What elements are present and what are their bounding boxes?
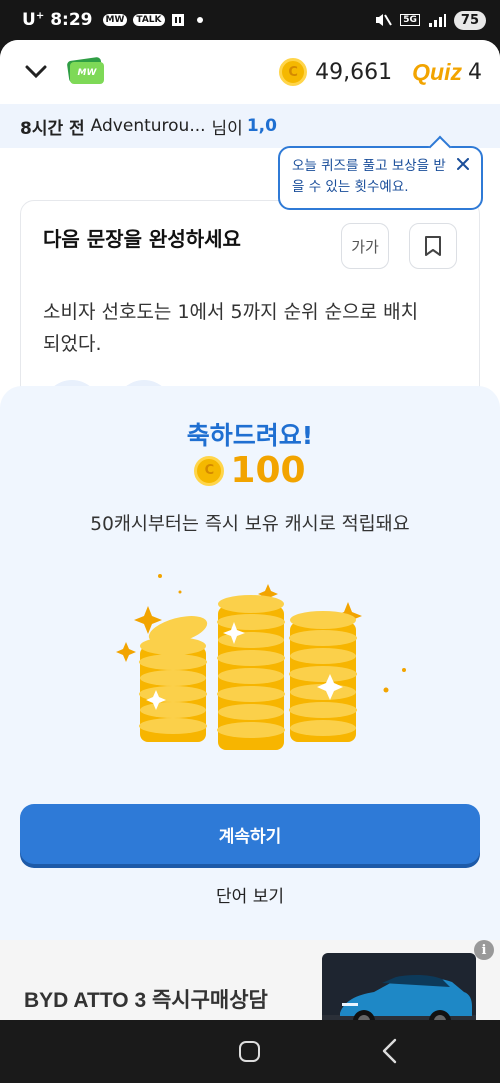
system-status: 5G 75 <box>374 10 486 30</box>
mute-icon <box>376 14 393 26</box>
congrats-title: 축하드려요! <box>186 421 314 450</box>
home-button[interactable] <box>239 1041 260 1062</box>
app-window: MW C 49,661 Quiz 4 8시간 전 Adventurou... 님… <box>0 40 500 1020</box>
carrier-label: U+ <box>22 10 45 30</box>
reward-value: 100 <box>230 450 306 491</box>
view-words-link[interactable]: 단어 보기 <box>0 882 500 907</box>
network-type: 5G <box>400 14 420 26</box>
coin-stack-illustration <box>116 574 406 750</box>
ticker-time: 8시간 전 <box>20 118 85 139</box>
reward-sheet: 축하드려요! C 100 50캐시부터는 즉시 보유 캐시로 적립돼요 계속하기… <box>0 386 500 946</box>
quiz-counter[interactable]: Quiz 4 <box>412 59 482 86</box>
close-icon <box>457 158 469 170</box>
ticker-user: Adventurou... <box>90 116 206 136</box>
back-arrow-icon <box>382 1038 397 1064</box>
battery-icon: 75 <box>453 10 486 30</box>
ticker-suffix: 님이 <box>211 118 243 139</box>
coin-icon: C <box>194 455 225 486</box>
bookmark-button[interactable] <box>409 223 457 269</box>
ticker-highlight: 1,0 <box>246 116 277 136</box>
chevron-down-icon <box>25 65 47 79</box>
reward-info: 50캐시부터는 즉시 보유 캐시로 적립돼요 <box>90 514 410 535</box>
coin-icon: C <box>279 58 308 86</box>
notification-icons: MW TALK <box>102 13 203 27</box>
back-button[interactable] <box>380 1038 398 1068</box>
quiz-count: 4 <box>468 59 482 85</box>
collapse-button[interactable] <box>18 54 54 90</box>
tooltip-text: 오늘 퀴즈를 풀고 보상을 받을 수 있는 횟수예요. <box>292 158 446 195</box>
question-title: 다음 문장을 완성하세요 <box>43 227 241 251</box>
ad-info-icon[interactable]: i <box>474 940 494 960</box>
status-bar: U+ 8:29 MW TALK 5G 75 <box>0 0 500 40</box>
more-notifications-dot <box>196 17 203 23</box>
clock: 8:29 <box>50 10 93 30</box>
question-sentence: 소비자 선호도는 1에서 5까지 순위 순으로 배치되었다. <box>43 301 419 355</box>
top-nav: MW C 49,661 Quiz 4 <box>0 40 500 104</box>
font-size-button[interactable]: 가가 <box>341 223 389 269</box>
app-logo: MW <box>66 56 104 85</box>
coin-count: 49,661 <box>315 59 393 85</box>
signal-icon <box>428 14 446 27</box>
continue-button[interactable]: 계속하기 <box>20 804 480 864</box>
tooltip-close-button[interactable] <box>457 155 469 176</box>
ad-car-image[interactable] <box>322 953 476 1020</box>
system-nav-bar <box>0 1020 500 1083</box>
reward-amount: C 100 <box>0 450 500 491</box>
talk-notification-icon: TALK <box>133 14 165 26</box>
ad-banner[interactable]: BYD ATTO 3 즉시구매상담 i <box>0 940 500 1020</box>
quiz-logo: Quiz <box>412 58 462 85</box>
mw-notification-icon: MW <box>102 14 128 26</box>
ad-headline[interactable]: BYD ATTO 3 즉시구매상담 <box>24 984 268 1014</box>
app-notification-icon <box>171 14 184 26</box>
quiz-tooltip: 오늘 퀴즈를 풀고 보상을 받을 수 있는 횟수예요. <box>278 135 483 210</box>
coin-balance[interactable]: C 49,661 <box>279 58 392 86</box>
bookmark-icon <box>425 236 441 256</box>
activity-ticker: 8시간 전 Adventurou... 님이 1,0 <box>0 104 500 148</box>
